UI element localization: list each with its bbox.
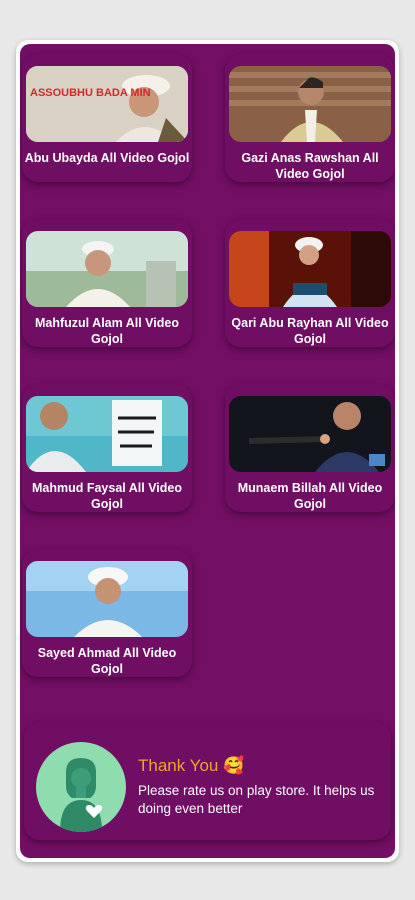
video-card-munaem-billah[interactable]: Munaem Billah All Video Gojol <box>225 384 395 512</box>
video-thumbnail <box>229 396 391 472</box>
video-thumbnail <box>26 396 188 472</box>
person-heart-icon <box>36 742 126 832</box>
video-title: Sayed Ahmad All Video Gojol <box>37 646 177 676</box>
rate-message: Please rate us on play store. It helps u… <box>138 783 375 816</box>
video-thumbnail <box>26 231 188 307</box>
rate-us-card[interactable]: Thank You 🥰 Please rate us on play store… <box>24 722 391 840</box>
video-card-mahfuzul-alam[interactable]: Mahfuzul Alam All Video Gojol <box>22 219 192 347</box>
video-card-gazi-anas-rawshan[interactable]: Gazi Anas Rawshan All Video Gojol <box>225 54 395 182</box>
video-thumbnail <box>229 231 391 307</box>
video-title: Qari Abu Rayhan All Video Gojol <box>231 316 389 346</box>
video-card-qari-abu-rayhan[interactable]: Qari Abu Rayhan All Video Gojol <box>225 219 395 347</box>
video-list-panel: ASSOUBHU BADA MIN Abu Ubayda All Video G… <box>20 44 395 858</box>
thumbnail-caption: ASSOUBHU BADA MIN <box>30 87 151 99</box>
video-title: Munaem Billah All Video Gojol <box>237 481 383 511</box>
video-thumbnail: ASSOUBHU BADA MIN <box>26 66 188 142</box>
rate-title: Thank You 🥰 <box>138 756 245 775</box>
video-card-abu-ubayda[interactable]: ASSOUBHU BADA MIN Abu Ubayda All Video G… <box>22 54 192 182</box>
video-title: Mahfuzul Alam All Video Gojol <box>35 316 179 346</box>
video-thumbnail <box>26 561 188 637</box>
video-title: Mahmud Faysal All Video Gojol <box>31 481 183 511</box>
video-title: Gazi Anas Rawshan All Video Gojol <box>241 151 379 181</box>
video-title: Abu Ubayda All Video Gojol <box>24 151 190 165</box>
video-card-mahmud-faysal[interactable]: Mahmud Faysal All Video Gojol <box>22 384 192 512</box>
video-card-sayed-ahmad[interactable]: Sayed Ahmad All Video Gojol <box>22 549 192 677</box>
video-thumbnail <box>229 66 391 142</box>
